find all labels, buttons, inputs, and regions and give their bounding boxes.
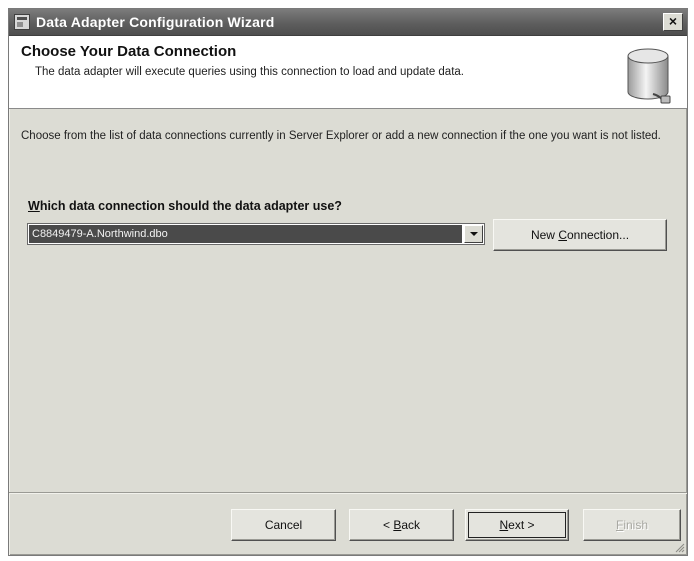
finish-button[interactable]: Finish (583, 509, 681, 541)
connection-dropdown[interactable]: C8849479-A.Northwind.dbo (27, 223, 485, 245)
next-mnemonic: N (499, 517, 509, 532)
title-bar[interactable]: Data Adapter Configuration Wizard × (9, 9, 687, 36)
finish-post: inish (623, 517, 649, 532)
close-button[interactable]: × (663, 13, 683, 31)
window-title: Data Adapter Configuration Wizard (36, 14, 275, 30)
cancel-button[interactable]: Cancel (231, 509, 336, 541)
wizard-footer: Cancel < Back Next > Finish (9, 495, 687, 555)
new-connection-button[interactable]: New Connection... (493, 219, 667, 251)
new-connection-mnemonic: C (558, 227, 567, 242)
wizard-header: Choose Your Data Connection The data ada… (9, 36, 687, 109)
wizard-content: Choose from the list of data connections… (9, 109, 687, 493)
question-text: hich data connection should the data ada… (39, 199, 342, 213)
connection-question-label: Which data connection should the data ad… (28, 199, 342, 213)
back-pre: < (382, 517, 394, 532)
intro-text: Choose from the list of data connections… (21, 130, 661, 142)
wizard-dialog: Data Adapter Configuration Wizard × Choo… (8, 8, 688, 556)
database-icon (627, 48, 671, 104)
connection-dropdown-value[interactable]: C8849479-A.Northwind.dbo (29, 225, 462, 243)
resize-grip-icon[interactable] (673, 541, 685, 553)
new-connection-pre: New (530, 227, 559, 242)
next-post: ext > (508, 517, 535, 532)
app-icon (14, 14, 30, 30)
page-subtitle: The data adapter will execute queries us… (35, 66, 464, 78)
footer-divider (9, 492, 687, 494)
new-connection-post: onnection... (566, 227, 630, 242)
page-title: Choose Your Data Connection (21, 43, 237, 60)
back-button[interactable]: < Back (349, 509, 454, 541)
chevron-down-icon[interactable] (464, 225, 483, 243)
next-button[interactable]: Next > (465, 509, 569, 541)
question-mnemonic: W (28, 199, 40, 213)
back-post: ack (401, 517, 421, 532)
